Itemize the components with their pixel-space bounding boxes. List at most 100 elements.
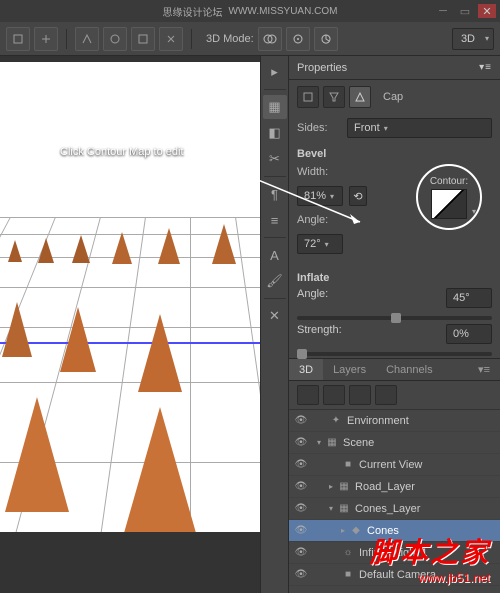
strength-input[interactable]: 0% (446, 324, 492, 344)
inf-angle-label: Angle: (297, 288, 328, 308)
visibility-icon[interactable]: 👁 (293, 415, 309, 426)
watermark: 脚本之家 www.jb51.net (370, 531, 490, 585)
axis-line (0, 342, 260, 344)
cone-icon (138, 314, 182, 392)
disclosure-icon[interactable]: ▾ (317, 438, 321, 447)
properties-header: Properties ▾≡ (289, 56, 500, 80)
cone-icon (5, 397, 69, 512)
watermark-line1: 脚本之家 (370, 531, 490, 571)
vt-collapse-icon[interactable]: ▸ (263, 60, 287, 84)
layer-row[interactable]: 👁 ▾ ▦ Scene (289, 432, 500, 454)
cone-icon (158, 228, 180, 264)
tool-icon-2[interactable] (34, 27, 58, 51)
contour-label: Contour: (430, 176, 468, 187)
layer-type-icon: ▦ (337, 502, 351, 516)
layer-type-icon: ✦ (329, 414, 343, 428)
inf-angle-input[interactable]: 45° (446, 288, 492, 308)
disclosure-icon[interactable]: ▸ (341, 526, 345, 535)
tab-channels[interactable]: Channels (376, 359, 442, 380)
cone-icon (8, 240, 22, 262)
visibility-icon[interactable]: 👁 (293, 569, 309, 580)
contour-map-button[interactable] (431, 189, 467, 219)
layer-name: Scene (343, 437, 374, 449)
layer-name: Current View (359, 459, 422, 471)
filter-mesh-icon[interactable] (323, 385, 345, 405)
layer-row[interactable]: 👁 ■ Current View (289, 454, 500, 476)
vt-icon-2[interactable]: ◧ (263, 121, 287, 145)
visibility-icon[interactable]: 👁 (293, 459, 309, 470)
visibility-icon[interactable]: 👁 (293, 481, 309, 492)
layer-row[interactable]: 👁 ▾ ▦ Cones_Layer (289, 498, 500, 520)
brand-text-2: WWW.MISSYUAN.COM (229, 6, 338, 17)
visibility-icon[interactable]: 👁 (293, 525, 309, 536)
panel-menu-icon[interactable]: ▾≡ (479, 62, 492, 73)
cone-icon (2, 302, 32, 357)
visibility-icon[interactable]: 👁 (293, 503, 309, 514)
tab-3d[interactable]: 3D (289, 359, 323, 380)
options-bar: 3D Mode: 3D (0, 22, 500, 56)
inf-angle-slider[interactable] (297, 316, 492, 320)
vt-icon-6[interactable]: A (263, 243, 287, 267)
prop-filter-1[interactable] (297, 86, 319, 108)
canvas-area: Click Contour Map to edit (0, 56, 260, 593)
visibility-icon[interactable]: 👁 (293, 547, 309, 558)
cone-icon (72, 235, 90, 263)
workspace-dropdown[interactable]: 3D (452, 28, 494, 50)
contour-highlight: Contour: (416, 164, 482, 230)
tool-icon-5[interactable] (131, 27, 155, 51)
cone-icon (120, 407, 200, 532)
layer-type-icon: ◆ (349, 524, 363, 538)
layer-type-icon: ▦ (337, 480, 351, 494)
mode-icon-1[interactable] (258, 27, 282, 51)
cone-icon (112, 232, 132, 264)
arrow-icon (200, 152, 370, 232)
layer-row[interactable]: 👁 ▸ ▦ Road_Layer (289, 476, 500, 498)
tool-icon-1[interactable] (6, 27, 30, 51)
vt-icon-1[interactable]: ▦ (263, 95, 287, 119)
tool-icon-3[interactable] (75, 27, 99, 51)
mode-icon-2[interactable] (286, 27, 310, 51)
visibility-icon[interactable]: 👁 (293, 437, 309, 448)
panel-menu-icon[interactable]: ▾≡ (468, 359, 500, 380)
layer-name: Road_Layer (355, 481, 415, 493)
cone-icon (38, 238, 54, 263)
tool-icon-4[interactable] (103, 27, 127, 51)
filter-light-icon[interactable] (375, 385, 397, 405)
tooltip-text: Click Contour Map to edit (60, 146, 184, 158)
disclosure-icon[interactable]: ▾ (329, 504, 333, 513)
disclosure-icon[interactable]: ▸ (329, 482, 333, 491)
strength-slider[interactable] (297, 352, 492, 356)
cap-label: Cap (383, 91, 403, 103)
sides-dropdown[interactable]: Front (347, 118, 492, 138)
vertical-toolbar: ▸ ▦ ◧ ✂ ¶ ≡ A 🖌 ✕ (260, 56, 288, 593)
prop-filter-2[interactable] (323, 86, 345, 108)
layer-type-icon: ■ (341, 568, 355, 582)
mode-label: 3D Mode: (206, 33, 254, 45)
vt-icon-8[interactable]: ✕ (263, 304, 287, 328)
watermark-line2: www.jb51.net (370, 571, 490, 585)
minimize-button[interactable]: ─ (434, 4, 452, 18)
vt-icon-7[interactable]: 🖌 (263, 269, 287, 293)
inflate-section-label: Inflate (289, 266, 500, 286)
close-button[interactable]: ✕ (478, 4, 496, 18)
layer-type-icon: ▦ (325, 436, 339, 450)
panel-tabs: 3D Layers Channels ▾≡ (289, 359, 500, 381)
maximize-button[interactable]: ▭ (456, 4, 474, 18)
tab-layers[interactable]: Layers (323, 359, 376, 380)
cone-icon (60, 307, 96, 372)
filter-material-icon[interactable] (349, 385, 371, 405)
document-canvas[interactable] (0, 62, 260, 532)
tool-icon-6[interactable] (159, 27, 183, 51)
layer-type-icon: ■ (341, 458, 355, 472)
layer-type-icon: ☼ (341, 546, 355, 560)
angle-input[interactable]: 72° (297, 234, 343, 254)
mode-icon-3[interactable] (314, 27, 338, 51)
brand-text-1: 思缘设计论坛 (163, 4, 223, 19)
prop-filter-3[interactable] (349, 86, 371, 108)
filter-scene-icon[interactable] (297, 385, 319, 405)
layer-name: Cones_Layer (355, 503, 420, 515)
strength-label: Strength: (297, 324, 342, 344)
sides-label: Sides: (297, 122, 341, 134)
layer-row[interactable]: 👁✦Environment (289, 410, 500, 432)
title-bar: 思缘设计论坛 WWW.MISSYUAN.COM ─ ▭ ✕ (0, 0, 500, 22)
